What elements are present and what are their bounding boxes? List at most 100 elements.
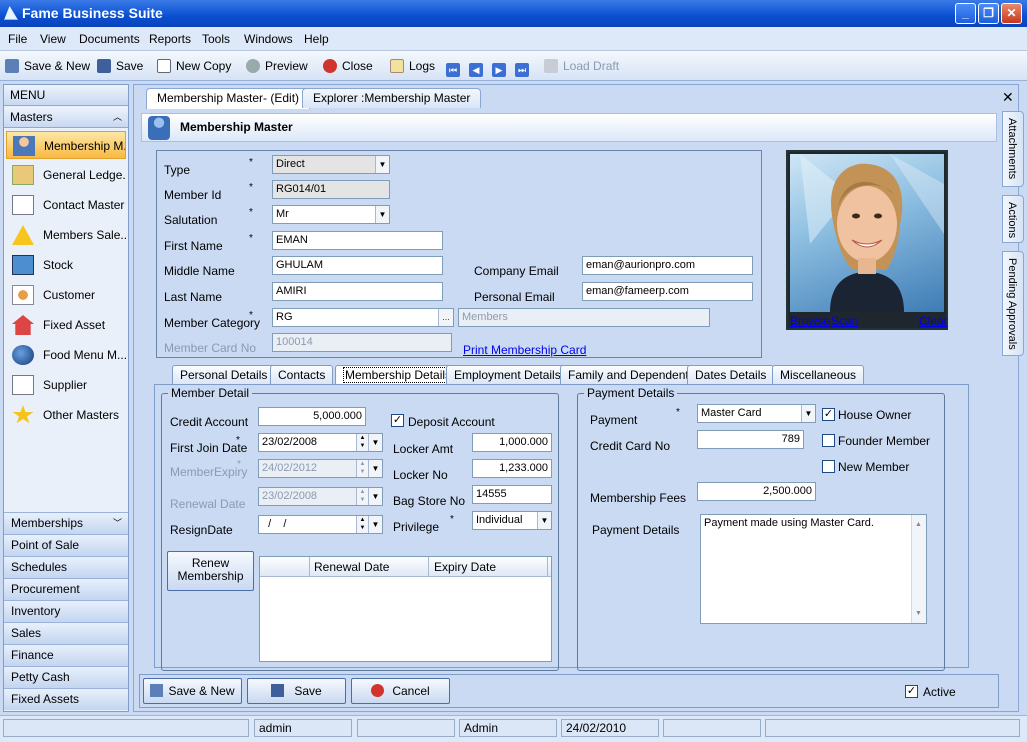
sidebar-item-members-sale[interactable]: Members Sale... — [6, 221, 126, 249]
restore-button[interactable]: ❐ — [978, 3, 999, 24]
middle-name-field[interactable]: GHULAM — [272, 256, 443, 275]
new-member-checkbox[interactable] — [822, 460, 835, 473]
close-window-button[interactable]: ✕ — [1001, 3, 1022, 24]
close-tab-icon[interactable]: ✕ — [1002, 89, 1014, 106]
credit-account-field[interactable]: 5,000.000 — [258, 407, 366, 426]
sidebar-item-other-masters[interactable]: Other Masters — [6, 401, 126, 429]
tab-contacts[interactable]: Contacts — [270, 365, 334, 384]
type-select[interactable]: Direct ▼ — [272, 155, 390, 174]
resign-date-field[interactable]: / / ▲ ▼ ▼ — [258, 515, 383, 534]
print-membership-card-link[interactable]: Print Membership Card — [463, 343, 586, 357]
tab-family-and-dependent[interactable]: Family and Dependent — [560, 365, 697, 384]
next-record-button[interactable]: ▶ — [492, 57, 511, 77]
scroll-down-icon[interactable]: ▼ — [915, 607, 922, 620]
save-button[interactable]: Save — [97, 57, 143, 75]
menu-tools[interactable]: Tools — [202, 32, 230, 46]
bottom-save-button[interactable]: Save — [247, 678, 346, 704]
grid-column-renewal-date[interactable]: Renewal Date — [314, 560, 389, 574]
sidebar-item-fixed-asset[interactable]: Fixed Asset — [6, 311, 126, 339]
minimize-button[interactable]: _ — [955, 3, 976, 24]
tab-personal-details[interactable]: Personal Details — [172, 365, 276, 384]
sidebar-item-stock[interactable]: Stock — [6, 251, 126, 279]
group-schedules[interactable]: Schedules — [4, 556, 128, 578]
menu-help[interactable]: Help — [304, 32, 329, 46]
first-name-field[interactable]: EMAN — [272, 231, 443, 250]
tab-employment-details[interactable]: Employment Details — [446, 365, 569, 384]
lookup-button[interactable]: … — [438, 309, 453, 326]
tab-miscellaneous[interactable]: Miscellaneous — [772, 365, 865, 384]
group-procurement[interactable]: Procurement — [4, 578, 128, 600]
membership-fees-field[interactable]: 2,500.000 — [697, 482, 816, 501]
sidebar-item-general-ledger[interactable]: General Ledge... — [6, 161, 126, 189]
deposit-account-checkbox[interactable]: ✓ — [391, 414, 404, 427]
menu-reports[interactable]: Reports — [149, 32, 191, 46]
grid-column-expiry-date[interactable]: Expiry Date — [434, 560, 496, 574]
clear-link[interactable]: Clear — [919, 314, 948, 328]
scroll-up-icon[interactable]: ▲ — [915, 518, 922, 531]
tab-membership-master-edit[interactable]: Membership Master- (Edit) — [146, 88, 311, 109]
group-sales[interactable]: Sales — [4, 622, 128, 644]
dropdown-icon[interactable]: ▼ — [375, 206, 389, 223]
dropdown-icon[interactable]: ▼ — [368, 434, 382, 451]
founder-member-checkbox[interactable] — [822, 434, 835, 447]
bottom-save-new-button[interactable]: Save & New — [143, 678, 242, 704]
first-join-date-field[interactable]: 23/02/2008 ▲ ▼ ▼ — [258, 433, 383, 452]
payment-select[interactable]: Master Card ▼ — [697, 404, 816, 423]
tab-actions[interactable]: Actions — [1002, 195, 1024, 243]
house-owner-checkbox[interactable]: ✓ — [822, 408, 835, 421]
bag-store-no-field[interactable]: 14555 — [472, 485, 552, 504]
tab-membership-details[interactable]: Membership Details — [335, 365, 462, 385]
menu-file[interactable]: File — [8, 32, 27, 46]
salutation-select[interactable]: Mr ▼ — [272, 205, 390, 224]
tab-dates-details[interactable]: Dates Details — [687, 365, 775, 384]
renew-membership-button[interactable]: Renew Membership — [167, 551, 254, 591]
menu-documents[interactable]: Documents — [79, 32, 140, 46]
group-finance[interactable]: Finance — [4, 644, 128, 666]
tab-attachments[interactable]: Attachments — [1002, 111, 1024, 187]
tab-explorer-membership-master[interactable]: Explorer :Membership Master — [302, 88, 482, 108]
save-new-button[interactable]: Save & New — [5, 57, 90, 75]
tab-pending-approvals[interactable]: Pending Approvals — [1002, 251, 1024, 356]
sidebar-item-customer[interactable]: Customer — [6, 281, 126, 309]
bottom-cancel-button[interactable]: Cancel — [351, 678, 450, 704]
menu-view[interactable]: View — [40, 32, 66, 46]
menu-windows[interactable]: Windows — [244, 32, 293, 46]
sidebar-item-contact-master[interactable]: Contact Master — [6, 191, 126, 219]
logs-button[interactable]: Logs — [390, 57, 435, 75]
new-copy-button[interactable]: New Copy — [157, 57, 231, 75]
scrollbar[interactable]: ▲ ▼ — [911, 515, 926, 623]
active-checkbox[interactable]: ✓ — [905, 685, 918, 698]
group-inventory[interactable]: Inventory — [4, 600, 128, 622]
locker-no-field[interactable]: 1,233.000 — [472, 459, 552, 478]
personal-email-field[interactable]: eman@fameerp.com — [582, 282, 753, 301]
privilege-select[interactable]: Individual ▼ — [472, 511, 552, 530]
member-category-field[interactable]: RG… — [272, 308, 454, 327]
group-memberships[interactable]: Memberships ﹀ — [4, 512, 128, 534]
load-draft-button[interactable]: Load Draft — [544, 57, 619, 75]
preview-button[interactable]: Preview — [246, 57, 308, 75]
last-record-button[interactable]: ⏭ — [515, 57, 534, 77]
dropdown-icon[interactable]: ▼ — [537, 512, 551, 529]
spinner-icon[interactable]: ▲ ▼ — [356, 434, 368, 451]
group-petty-cash[interactable]: Petty Cash — [4, 666, 128, 688]
member-id-field[interactable]: RG014/01 — [272, 180, 390, 199]
dropdown-icon[interactable]: ▼ — [375, 156, 389, 173]
sidebar-section-masters[interactable]: Masters ︿ — [4, 107, 128, 128]
dropdown-icon[interactable]: ▼ — [368, 516, 382, 533]
sidebar-item-membership[interactable]: Membership M... — [6, 131, 126, 159]
first-record-button[interactable]: ⏮ — [446, 57, 465, 77]
collapse-icon[interactable]: ︿ — [113, 107, 122, 127]
dropdown-icon[interactable]: ▼ — [801, 405, 815, 422]
sidebar-item-supplier[interactable]: Supplier — [6, 371, 126, 399]
company-email-field[interactable]: eman@aurionpro.com — [582, 256, 753, 275]
last-name-field[interactable]: AMIRI — [272, 282, 443, 301]
scan-link[interactable]: Scan — [831, 314, 858, 328]
sidebar-item-food-menu[interactable]: Food Menu M... — [6, 341, 126, 369]
credit-card-no-field[interactable]: 789 — [697, 430, 804, 449]
locker-amt-field[interactable]: 1,000.000 — [472, 433, 552, 452]
group-point-of-sale[interactable]: Point of Sale — [4, 534, 128, 556]
browse-link[interactable]: Browse — [790, 314, 830, 328]
prev-record-button[interactable]: ◀ — [469, 57, 488, 77]
payment-details-textarea[interactable]: Payment made using Master Card. ▲ ▼ — [700, 514, 927, 624]
spinner-icon[interactable]: ▲ ▼ — [356, 516, 368, 533]
